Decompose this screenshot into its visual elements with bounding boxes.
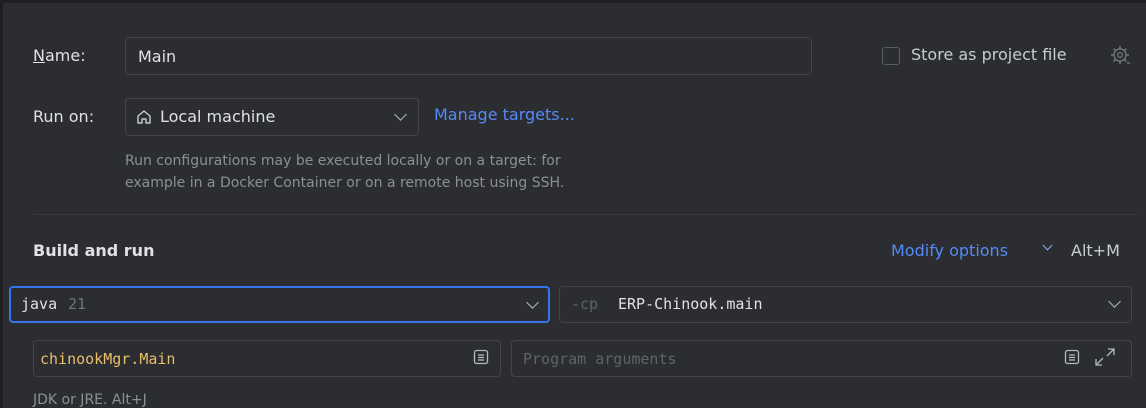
run-on-label: Run on: bbox=[33, 107, 95, 126]
chevron-down-icon bbox=[1108, 295, 1121, 308]
modify-options-link[interactable]: Modify options bbox=[891, 241, 1008, 261]
name-input-value: Main bbox=[138, 46, 177, 66]
run-configuration-panel: Name: Main Store as project file Run on:… bbox=[0, 0, 1146, 408]
home-icon bbox=[137, 110, 151, 124]
main-class-input[interactable]: chinookMgr.Main bbox=[33, 340, 501, 377]
store-as-project-file-label[interactable]: Store as project file bbox=[911, 45, 1067, 65]
run-on-target-combo[interactable]: Local machine bbox=[125, 98, 419, 136]
run-on-hint-line2: example in a Docker Container or on a re… bbox=[125, 175, 565, 191]
name-label: Name: bbox=[33, 46, 86, 65]
cp-flag: -cp bbox=[571, 295, 599, 313]
store-as-project-file-checkbox[interactable] bbox=[882, 47, 900, 65]
browse-list-icon[interactable] bbox=[1063, 348, 1081, 366]
modify-options-chevron-icon bbox=[1042, 240, 1053, 251]
run-on-target-value: Local machine bbox=[160, 107, 276, 126]
jdk-combo[interactable]: java 21 bbox=[9, 286, 550, 323]
name-input[interactable]: Main bbox=[125, 37, 812, 75]
expand-icon[interactable] bbox=[1093, 346, 1117, 368]
program-arguments-placeholder: Program arguments bbox=[523, 349, 677, 368]
jdk-name: java bbox=[21, 295, 58, 313]
chevron-down-icon bbox=[394, 108, 407, 121]
modify-options-shortcut: Alt+M bbox=[1071, 241, 1120, 260]
jdk-version: 21 bbox=[68, 295, 87, 313]
run-on-hint-line1: Run configurations may be executed local… bbox=[125, 153, 561, 169]
main-class-value: chinookMgr.Main bbox=[40, 349, 176, 368]
classpath-module-combo[interactable]: -cp ERP-Chinook.main bbox=[559, 286, 1132, 323]
build-and-run-title: Build and run bbox=[33, 241, 155, 260]
jdk-hint: JDK or JRE. Alt+J bbox=[33, 392, 147, 408]
program-arguments-input[interactable]: Program arguments bbox=[511, 340, 1132, 377]
chevron-down-icon bbox=[526, 296, 539, 309]
gear-icon[interactable] bbox=[1109, 44, 1131, 66]
browse-list-icon[interactable] bbox=[472, 348, 490, 366]
manage-targets-link[interactable]: Manage targets... bbox=[434, 105, 575, 125]
classpath-value: ERP-Chinook.main bbox=[618, 295, 763, 313]
separator bbox=[33, 214, 1138, 215]
